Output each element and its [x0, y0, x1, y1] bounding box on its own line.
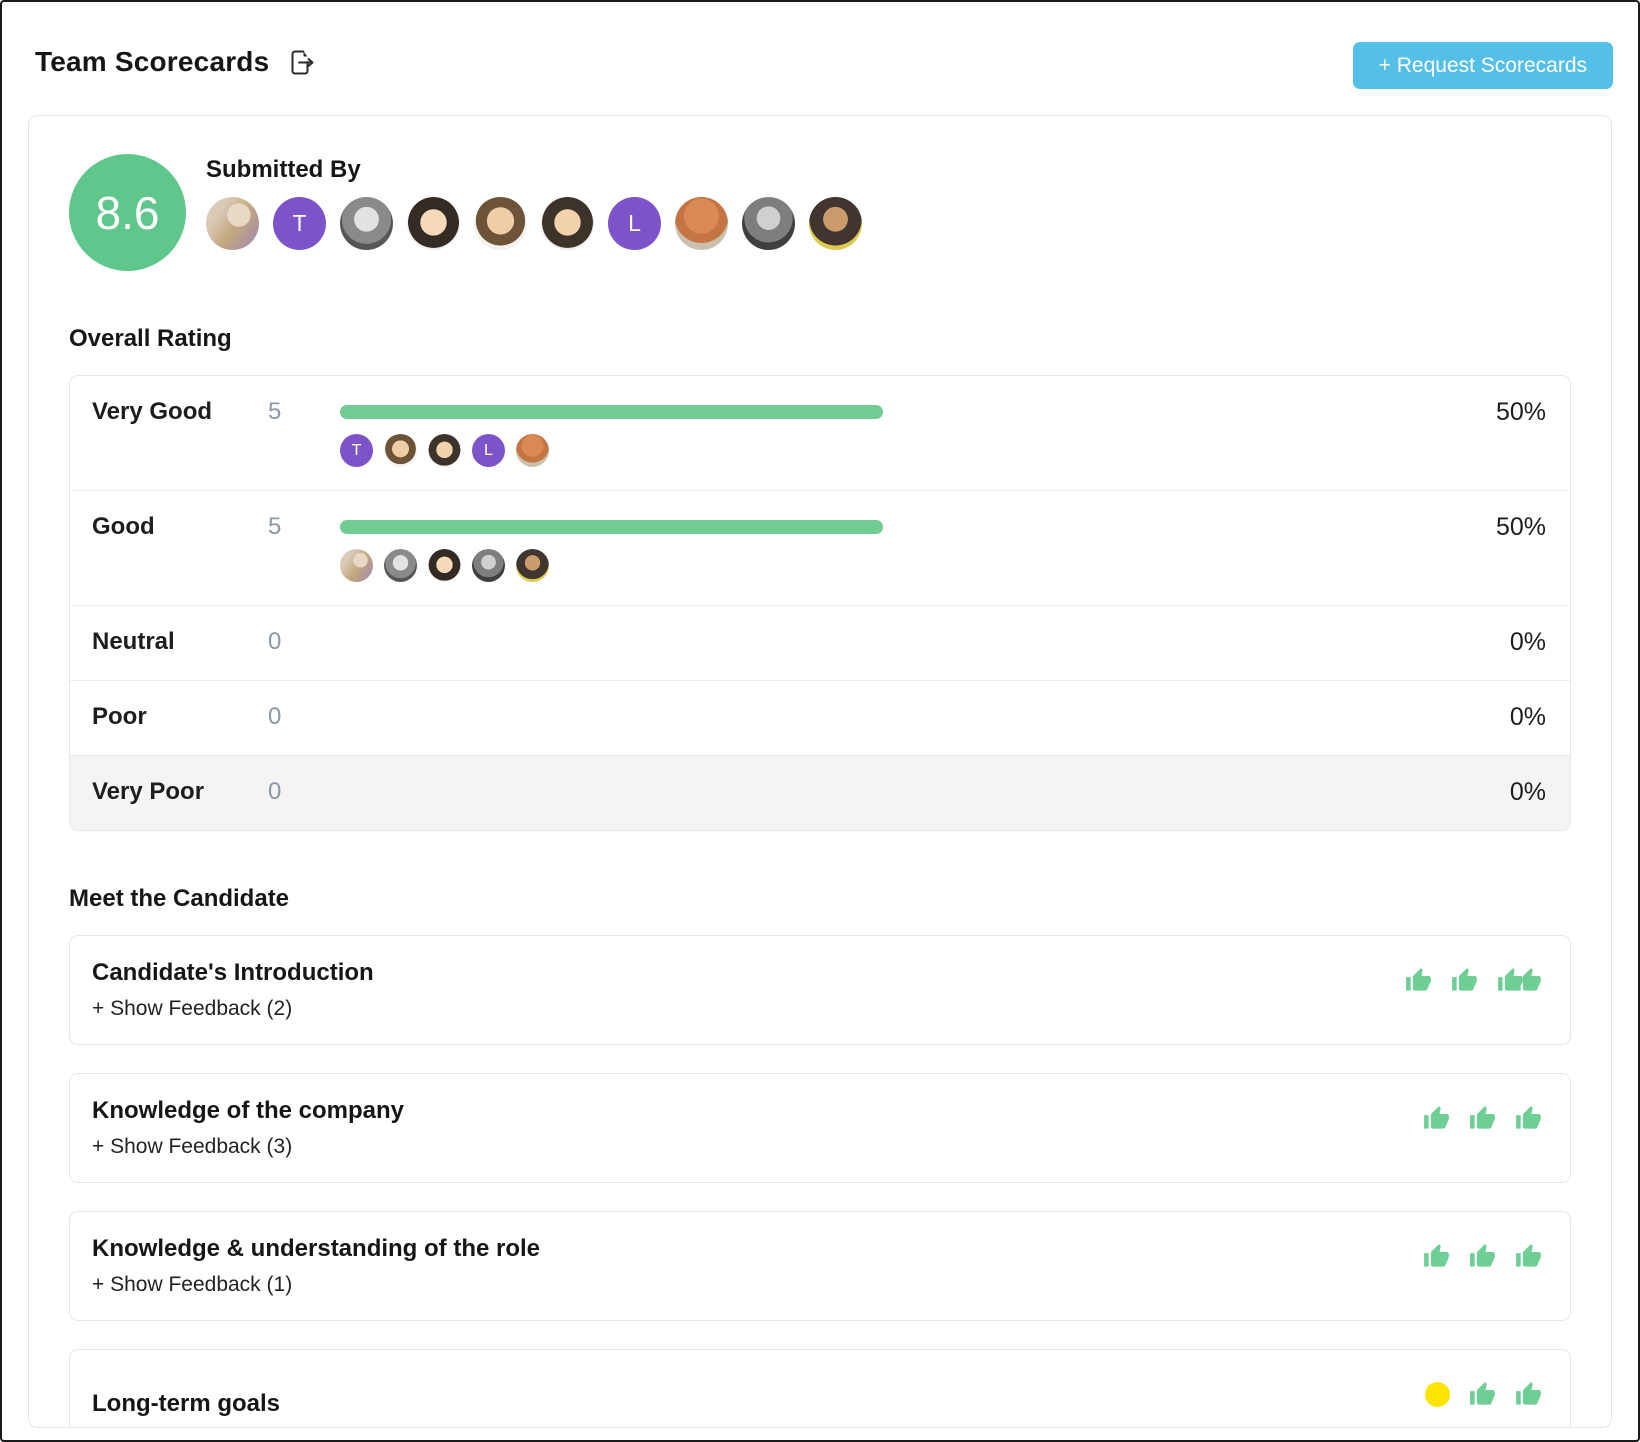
thumb-up-icon	[1515, 1105, 1542, 1132]
avatar-initial-t[interactable]: T	[340, 434, 373, 467]
question-card: Knowledge & understanding of the role + S…	[69, 1211, 1571, 1321]
question-rating-icons	[1425, 1381, 1542, 1408]
meet-the-candidate-heading: Meet the Candidate	[69, 885, 1571, 913]
question-title: Knowledge & understanding of the role	[92, 1235, 540, 1263]
question-card: Long-term goals	[69, 1349, 1571, 1428]
rating-count: 5	[268, 397, 340, 426]
rating-percent: 0%	[1426, 778, 1546, 807]
avatar-photo-bw-man[interactable]	[340, 197, 393, 250]
rating-bar	[340, 405, 883, 419]
question-title: Knowledge of the company	[92, 1097, 404, 1125]
rating-count: 0	[268, 777, 340, 806]
thumb-up-icon	[1423, 1243, 1450, 1270]
submitted-by-label: Submitted By	[206, 156, 862, 184]
voter-avatars: TL	[340, 434, 1426, 467]
avatar-photo-suit-man[interactable]	[809, 197, 862, 250]
thumb-up-icon	[1515, 967, 1542, 994]
score-summary: 8.6 Submitted By TL	[69, 154, 1571, 271]
avatar-photo-cartoon-woman2[interactable]	[428, 434, 461, 467]
show-feedback-link[interactable]: + Show Feedback (3)	[92, 1134, 404, 1160]
scorecards-panel: 8.6 Submitted By TL Overall Rating Very …	[28, 115, 1612, 1428]
avatar-photo-suit-man[interactable]	[516, 549, 549, 582]
rating-label: Very Good	[92, 397, 268, 426]
avatar-photo-blonde[interactable]	[340, 549, 373, 582]
voter-avatars	[340, 549, 1426, 582]
question-card-list: Candidate's Introduction + Show Feedback …	[69, 935, 1571, 1428]
rating-percent: 50%	[1426, 513, 1546, 542]
export-icon[interactable]	[287, 48, 314, 77]
rating-percent: 0%	[1426, 703, 1546, 732]
avatar-photo-bald-man[interactable]	[516, 434, 549, 467]
app-window: Team Scorecards + Request Scorecards 8.6…	[0, 0, 1640, 1442]
overall-score-badge: 8.6	[69, 154, 186, 271]
yellow-dot-icon	[1425, 1382, 1450, 1407]
thumb-up-icon	[1515, 1243, 1542, 1270]
avatar-photo-cartoon-woman[interactable]	[428, 549, 461, 582]
show-feedback-link[interactable]: + Show Feedback (2)	[92, 996, 374, 1022]
avatar-photo-bw-man[interactable]	[384, 549, 417, 582]
rating-count: 0	[268, 702, 340, 731]
avatar-photo-bw-man2[interactable]	[472, 549, 505, 582]
page-title: Team Scorecards	[35, 46, 269, 78]
request-scorecards-button[interactable]: + Request Scorecards	[1353, 42, 1613, 89]
rating-percent: 0%	[1426, 628, 1546, 657]
avatar-photo-blonde[interactable]	[206, 197, 259, 250]
question-rating-icons	[1423, 1105, 1542, 1132]
question-title: Long-term goals	[92, 1390, 280, 1418]
question-rating-icons	[1405, 967, 1542, 994]
avatar-photo-cartoon-man[interactable]	[384, 434, 417, 467]
rating-label: Very Poor	[92, 777, 268, 806]
submitted-by-avatars: TL	[206, 197, 862, 250]
rating-row-poor: Poor0 0%	[70, 680, 1570, 755]
rating-label: Good	[92, 512, 268, 541]
thumb-up-icon	[1451, 967, 1478, 994]
overall-rating-table: Very Good5TL50%Good550%Neutral00%Poor00%…	[69, 375, 1571, 831]
page-header: Team Scorecards + Request Scorecards	[2, 2, 1638, 115]
avatar-initial-l[interactable]: L	[472, 434, 505, 467]
rating-percent: 50%	[1426, 398, 1546, 427]
rating-row-very-poor: Very Poor0 0%	[70, 755, 1570, 830]
rating-label: Neutral	[92, 627, 268, 656]
avatar-initial-t[interactable]: T	[273, 197, 326, 250]
rating-row-very-good: Very Good5TL50%	[70, 376, 1570, 490]
avatar-initial-l[interactable]: L	[608, 197, 661, 250]
thumb-up-icon	[1405, 967, 1432, 994]
show-feedback-link[interactable]: + Show Feedback (1)	[92, 1272, 540, 1298]
avatar-photo-cartoon-man[interactable]	[474, 197, 527, 250]
double-thumb-up-icon	[1497, 967, 1542, 994]
overall-rating-heading: Overall Rating	[69, 325, 1571, 353]
avatar-photo-cartoon-woman[interactable]	[407, 197, 460, 250]
thumb-up-icon	[1423, 1105, 1450, 1132]
avatar-photo-bald-man[interactable]	[675, 197, 728, 250]
rating-row-neutral: Neutral0 0%	[70, 605, 1570, 680]
rating-bar-cell	[340, 512, 1426, 582]
question-title: Candidate's Introduction	[92, 959, 374, 987]
rating-row-good: Good5 50%	[70, 490, 1570, 605]
thumb-up-icon	[1469, 1105, 1496, 1132]
rating-bar-cell: TL	[340, 397, 1426, 467]
rating-count: 5	[268, 512, 340, 541]
thumb-up-icon	[1469, 1243, 1496, 1270]
rating-bar	[340, 520, 883, 534]
question-card: Candidate's Introduction + Show Feedback …	[69, 935, 1571, 1045]
rating-count: 0	[268, 627, 340, 656]
avatar-photo-cartoon-woman2[interactable]	[541, 197, 594, 250]
avatar-photo-bw-man2[interactable]	[742, 197, 795, 250]
question-card: Knowledge of the company + Show Feedback …	[69, 1073, 1571, 1183]
thumb-up-icon	[1515, 1381, 1542, 1408]
thumb-up-icon	[1469, 1381, 1496, 1408]
question-rating-icons	[1423, 1243, 1542, 1270]
rating-label: Poor	[92, 702, 268, 731]
